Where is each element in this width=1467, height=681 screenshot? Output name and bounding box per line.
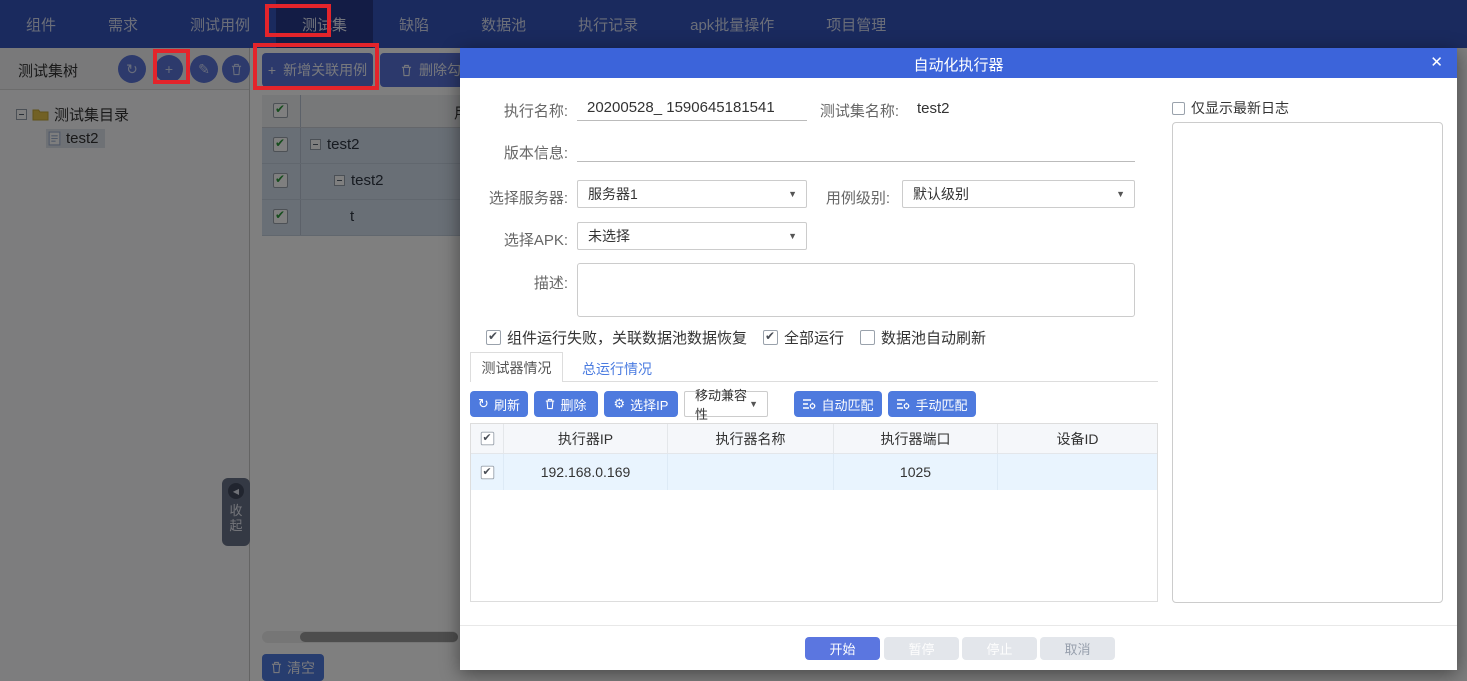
select-ip-button[interactable]: ⚙ 选择IP — [604, 391, 678, 417]
checkbox-unchecked[interactable] — [1172, 101, 1185, 115]
executor-table: 执行器IP 执行器名称 执行器端口 设备ID 192.168.0.169 102… — [470, 423, 1158, 602]
tab-underline — [470, 381, 1158, 382]
dialog-title: 自动化执行器 — [913, 57, 1004, 74]
chevron-down-icon: ▼ — [788, 189, 797, 199]
stop-button[interactable]: 停止 — [962, 637, 1037, 660]
start-button[interactable]: 开始 — [805, 637, 880, 660]
latest-log-label: 仅显示最新日志 — [1191, 100, 1289, 116]
tab-overall-run-status[interactable]: 总运行情况 — [582, 359, 652, 379]
checkbox-unchecked[interactable] — [860, 330, 876, 345]
checkbox-checked[interactable] — [763, 329, 779, 345]
column-header-name: 执行器名称 — [668, 424, 834, 453]
executor-device-id — [998, 454, 1157, 490]
close-icon[interactable]: ✕ — [1430, 53, 1443, 71]
gear-icon: ⚙ — [613, 396, 626, 411]
executor-row[interactable]: 192.168.0.169 1025 — [471, 454, 1157, 490]
option-datapool-restore[interactable]: 组件运行失败，关联数据池数据恢复 — [486, 327, 747, 348]
manual-match-button[interactable]: 手动匹配 — [888, 391, 976, 417]
option-datapool-refresh[interactable]: 数据池自动刷新 — [860, 327, 986, 348]
trash-icon — [546, 398, 555, 410]
match-settings-icon — [897, 399, 910, 410]
cancel-button[interactable]: 取消 — [1040, 637, 1115, 660]
dialog-titlebar: 自动化执行器 ✕ — [460, 48, 1457, 78]
executor-ip: 192.168.0.169 — [504, 454, 668, 490]
server-select[interactable]: 服务器1 ▼ — [577, 180, 807, 208]
version-label: 版本信息: — [503, 145, 568, 162]
case-level-label: 用例级别: — [825, 190, 890, 207]
chevron-down-icon: ▼ — [749, 399, 758, 409]
refresh-icon: ↻ — [478, 396, 489, 411]
select-all-checkbox[interactable] — [480, 431, 494, 446]
executor-name — [668, 454, 834, 490]
match-settings-icon — [803, 399, 816, 410]
auto-match-button[interactable]: 自动匹配 — [794, 391, 882, 417]
column-header-ip: 执行器IP — [504, 424, 668, 453]
apk-select-label: 选择APK: — [503, 232, 568, 249]
latest-log-option[interactable]: 仅显示最新日志 — [1172, 98, 1289, 118]
pause-button[interactable]: 暂停 — [884, 637, 959, 660]
server-select-label: 选择服务器: — [488, 190, 568, 207]
description-label: 描述: — [533, 275, 568, 292]
footer-divider — [460, 625, 1457, 626]
tab-tester-status[interactable]: 测试器情况 — [470, 352, 563, 382]
description-textarea[interactable] — [577, 263, 1135, 317]
option-run-all[interactable]: 全部运行 — [763, 327, 844, 348]
testset-name-value: test2 — [917, 100, 950, 117]
auto-executor-dialog: 自动化执行器 ✕ 执行名称: 20200528_ 1590645181541 测… — [460, 48, 1457, 670]
executor-table-header: 执行器IP 执行器名称 执行器端口 设备ID — [471, 424, 1157, 454]
version-input[interactable] — [577, 140, 1135, 162]
log-output-area — [1172, 122, 1443, 603]
case-level-select[interactable]: 默认级别 ▼ — [902, 180, 1135, 208]
delete-button[interactable]: 删除 — [534, 391, 598, 417]
exec-name-input[interactable]: 20200528_ 1590645181541 — [577, 97, 807, 121]
compat-mode-select[interactable]: 移动兼容性 ▼ — [684, 388, 768, 422]
column-header-device: 设备ID — [1056, 430, 1099, 447]
chevron-down-icon: ▼ — [1116, 189, 1125, 199]
chevron-down-icon: ▼ — [788, 231, 797, 241]
apk-select[interactable]: 未选择 ▼ — [577, 222, 807, 250]
executor-port: 1025 — [834, 454, 998, 490]
row-checkbox[interactable] — [480, 464, 494, 479]
column-header-port: 执行器端口 — [834, 424, 998, 453]
exec-name-label: 执行名称: — [503, 103, 568, 120]
testset-name-label: 测试集名称: — [819, 103, 899, 120]
checkbox-checked[interactable] — [486, 329, 501, 345]
run-options: 组件运行失败，关联数据池数据恢复 全部运行 数据池自动刷新 — [486, 327, 986, 348]
refresh-button[interactable]: ↻ 刷新 — [470, 391, 528, 417]
